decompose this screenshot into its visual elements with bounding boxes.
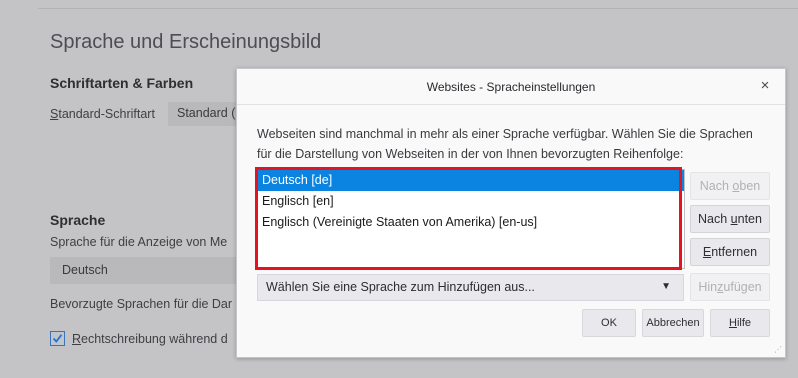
add-label-pre: Hin — [698, 280, 718, 294]
move-up-label-post: ben — [739, 179, 761, 193]
dialog-titlebar: Websites - Spracheinstellungen × — [237, 69, 785, 105]
language-item-en[interactable]: Englisch [en] — [258, 191, 684, 212]
checkmark-icon — [52, 334, 63, 343]
move-up-button[interactable]: Nach oben — [690, 172, 770, 200]
preferred-languages-label: Bevorzugte Sprachen für die Dar — [50, 297, 233, 311]
close-icon[interactable]: × — [755, 76, 775, 96]
spellcheck-label: Rechtschreibung während d — [72, 332, 228, 346]
dialog-title: Websites - Spracheinstellungen — [426, 80, 596, 94]
move-up-label-pre: Nach — [699, 179, 733, 193]
default-font-select[interactable]: Standard ( — [168, 102, 238, 126]
language-item-en-us[interactable]: Englisch (Vereinigte Staaten von Amerika… — [258, 212, 684, 233]
remove-label-post: ntfernen — [711, 245, 758, 259]
add-language-button[interactable]: Hinzufügen — [690, 273, 770, 301]
remove-button[interactable]: Entfernen — [690, 238, 770, 266]
help-button[interactable]: Hilfe — [710, 309, 770, 337]
fonts-heading: Schriftarten & Farben — [50, 75, 194, 91]
spellcheck-checkbox[interactable] — [50, 331, 65, 346]
language-heading: Sprache — [50, 212, 106, 228]
remove-accesskey: E — [702, 245, 712, 259]
default-font-label: Standard-Schriftart — [50, 107, 155, 121]
language-display-label: Sprache für die Anzeige von Me — [50, 235, 228, 249]
dropdown-arrow-icon: ▼ — [661, 281, 671, 292]
ok-button[interactable]: OK — [582, 309, 636, 337]
add-label-post: ufügen — [723, 280, 762, 294]
spellcheck-label-rest: echtschreibung während d — [81, 332, 228, 346]
cancel-button[interactable]: Abbrechen — [642, 309, 704, 337]
description-line-2: für die Darstellung von Webseiten in der… — [257, 147, 684, 161]
help-accesskey: H — [728, 317, 737, 329]
language-settings-dialog: Websites - Spracheinstellungen × Webseit… — [236, 68, 786, 358]
language-list[interactable]: Deutsch [de] Englisch [en] Englisch (Ver… — [257, 169, 685, 269]
description-line-1: Webseiten sind manchmal in mehr als eine… — [257, 127, 753, 141]
move-down-label-post: nten — [737, 212, 762, 226]
move-down-accesskey: u — [730, 212, 738, 226]
dialog-description: Webseiten sind manchmal in mehr als eine… — [257, 124, 777, 164]
language-item-de[interactable]: Deutsch [de] — [258, 170, 684, 191]
divider — [38, 8, 798, 9]
add-language-placeholder: Wählen Sie eine Sprache zum Hinzufügen a… — [266, 280, 535, 294]
section-title: Sprache und Erscheinungsbild — [50, 31, 322, 53]
help-label-post: ilfe — [736, 317, 751, 329]
resize-grip-icon[interactable]: ⋰ — [774, 346, 782, 354]
move-down-label-pre: Nach — [698, 212, 731, 226]
display-language-select[interactable]: Deutsch — [50, 257, 240, 284]
accesskey-r: R — [72, 332, 82, 346]
move-down-button[interactable]: Nach unten — [690, 205, 770, 233]
add-language-select[interactable]: Wählen Sie eine Sprache zum Hinzufügen a… — [257, 274, 684, 301]
default-font-label-rest: tandard-Schriftart — [58, 107, 155, 121]
